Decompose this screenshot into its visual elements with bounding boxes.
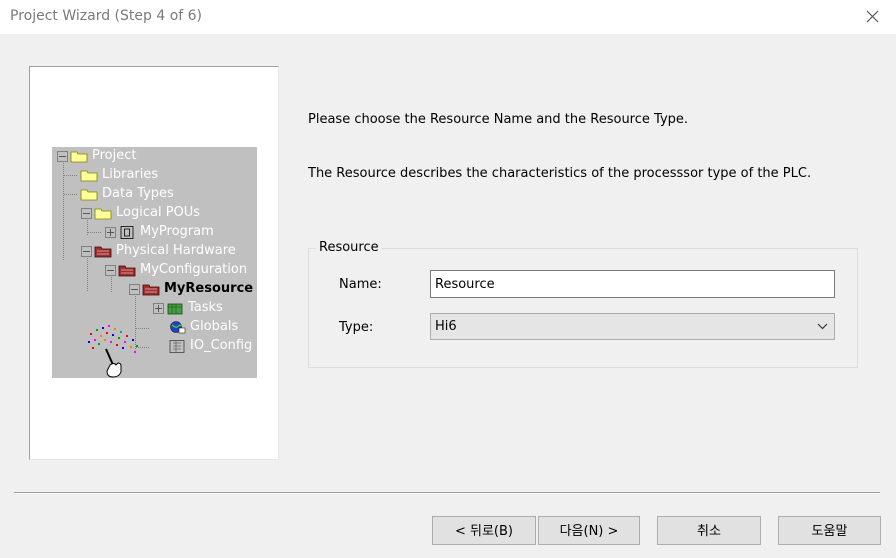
tree-item-myconfiguration: MyConfiguration [105,261,247,279]
chevron-down-icon [817,323,828,330]
back-button[interactable]: < 뒤로(B) [432,516,536,545]
cancel-button[interactable]: 취소 [657,516,761,545]
configuration-icon [118,265,136,276]
tree-item-myresource: MyResource [129,280,253,298]
tasks-icon [167,303,183,314]
resource-group-label: Resource [316,240,382,255]
resource-type-select[interactable]: Hi6 [430,313,835,340]
collapse-icon [57,150,68,162]
tree-item-data-types: Data Types [80,185,174,203]
resource-type-value: Hi6 [435,319,457,334]
folder-icon [80,170,98,181]
instruction-text-2: The Resource describes the characteristi… [308,166,812,181]
project-tree-illustration: Project Libraries Data Types Logical POU… [52,147,257,378]
tree-item-tasks: Tasks [153,299,223,317]
help-button[interactable]: 도움말 [778,516,881,545]
resource-icon [142,284,160,295]
expand-icon [105,226,116,238]
collapse-icon [81,245,92,257]
title-bar: Project Wizard (Step 4 of 6) [0,0,896,34]
name-label: Name: [339,277,382,292]
tree-item-io-config: IO_Config [168,337,252,355]
tree-item-project: Project [57,147,136,165]
folder-open-icon [94,208,112,219]
resource-name-input[interactable] [430,270,835,298]
expand-icon [153,302,164,314]
hardware-folder-icon [94,246,112,257]
magic-wand-icon [88,325,138,378]
type-label: Type: [339,320,374,335]
program-icon [120,225,134,239]
tree-item-libraries: Libraries [80,166,158,184]
collapse-icon [129,283,140,295]
io-config-icon [169,339,185,353]
collapse-icon [81,207,92,219]
tree-item-myprogram: MyProgram [105,223,214,241]
close-icon [866,10,879,23]
close-button[interactable] [850,0,896,34]
tree-item-logical-pous: Logical POUs [81,204,200,222]
globals-icon [170,320,186,333]
tree-item-globals: Globals [168,318,238,336]
collapse-icon [105,264,116,276]
next-button[interactable]: 다음(N) > [538,516,640,545]
resource-group [308,248,858,368]
folder-icon [80,189,98,200]
button-separator [14,492,880,494]
folder-open-icon [70,151,88,162]
tree-item-physical-hardware: Physical Hardware [81,242,236,260]
window-title: Project Wizard (Step 4 of 6) [10,8,203,24]
instruction-text-1: Please choose the Resource Name and the … [308,112,689,127]
